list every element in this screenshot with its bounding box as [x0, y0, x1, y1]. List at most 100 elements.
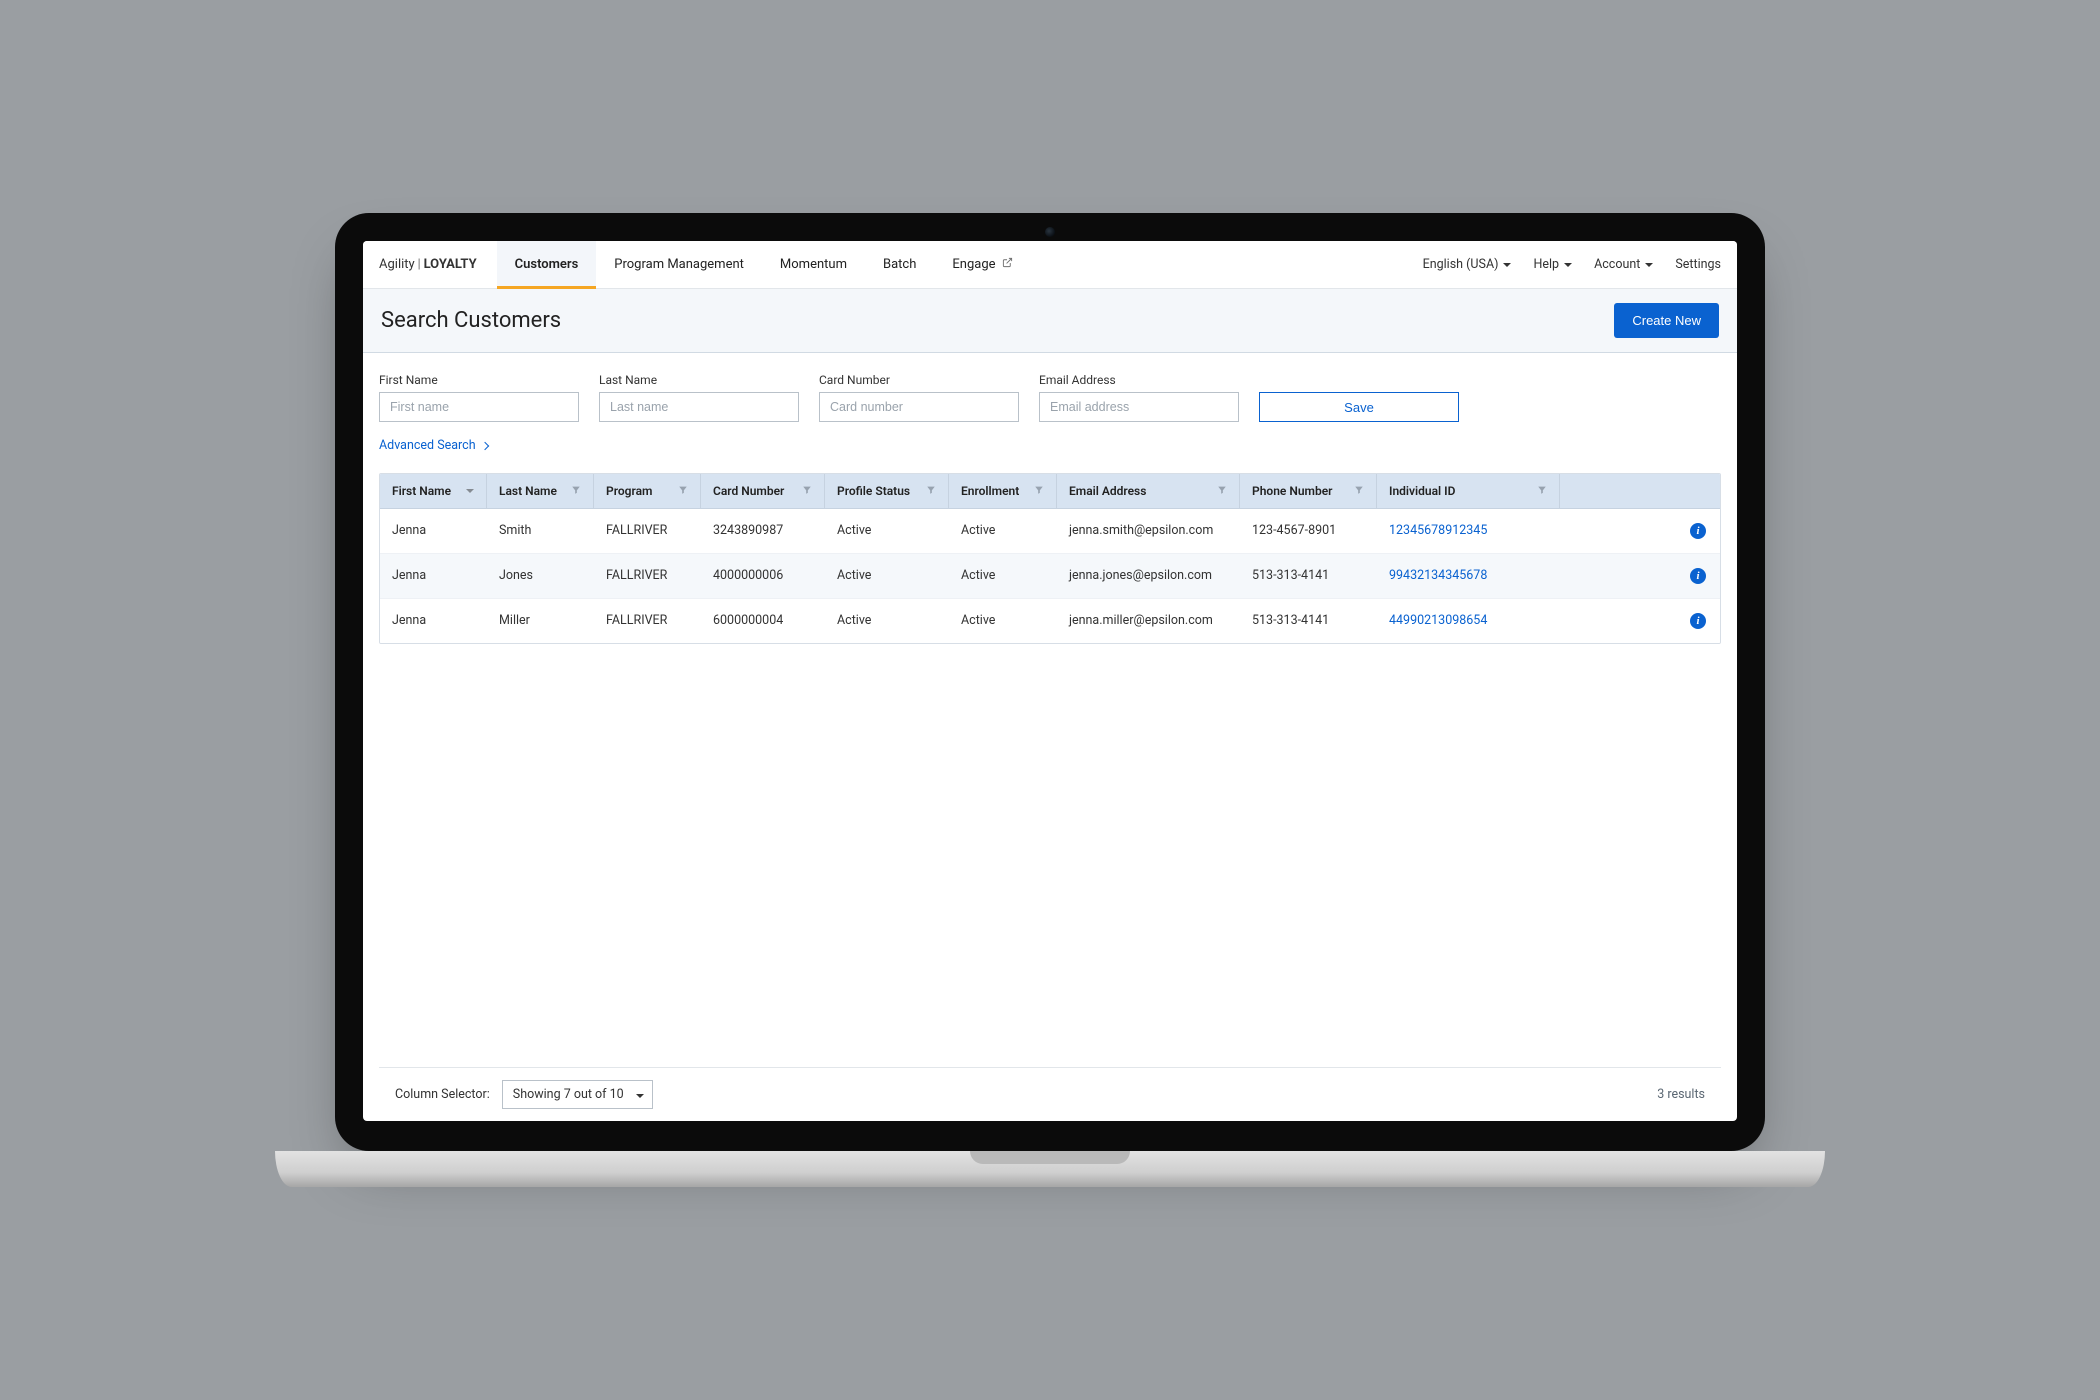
- email-input[interactable]: [1039, 392, 1239, 422]
- info-icon[interactable]: i: [1690, 568, 1706, 584]
- col-header-enrollment[interactable]: Enrollment: [949, 474, 1057, 508]
- caret-down-icon: [1503, 263, 1511, 271]
- col-label: Email Address: [1069, 484, 1146, 498]
- cell-individual-id[interactable]: 44990213098654: [1377, 599, 1560, 643]
- external-link-icon: [1002, 257, 1013, 272]
- account-label: Account: [1594, 257, 1640, 272]
- help-label: Help: [1533, 257, 1559, 272]
- last-name-field-group: Last Name: [599, 373, 799, 422]
- table-row[interactable]: JennaJonesFALLRIVER4000000006ActiveActiv…: [380, 554, 1720, 599]
- col-header-phone[interactable]: Phone Number: [1240, 474, 1377, 508]
- app-screen: Agility|LOYALTY Customers Program Manage…: [363, 241, 1737, 1121]
- help-menu[interactable]: Help: [1533, 257, 1572, 272]
- col-header-first-name[interactable]: First Name: [380, 474, 487, 508]
- cell-phone: 513-313-4141: [1240, 554, 1377, 598]
- table-body: JennaSmithFALLRIVER3243890987ActiveActiv…: [380, 509, 1720, 643]
- col-header-program[interactable]: Program: [594, 474, 701, 508]
- brand-left: Agility: [379, 257, 415, 272]
- col-label: Profile Status: [837, 484, 910, 498]
- cell-info: i: [1560, 554, 1720, 598]
- col-header-individual-id[interactable]: Individual ID: [1377, 474, 1560, 508]
- cell-program: FALLRIVER: [594, 599, 701, 643]
- brand-right: LOYALTY: [424, 257, 477, 272]
- page-title: Search Customers: [381, 308, 561, 333]
- tab-label: Batch: [883, 257, 916, 272]
- cell-program: FALLRIVER: [594, 554, 701, 598]
- col-label: Enrollment: [961, 484, 1019, 498]
- cell-first-name: Jenna: [380, 554, 487, 598]
- cell-email: jenna.jones@epsilon.com: [1057, 554, 1240, 598]
- column-selector-value: Showing 7 out of 10: [513, 1087, 624, 1102]
- language-selector[interactable]: English (USA): [1423, 257, 1512, 272]
- col-header-profile-status[interactable]: Profile Status: [825, 474, 949, 508]
- col-label: Last Name: [499, 484, 557, 498]
- cell-individual-id[interactable]: 12345678912345: [1377, 509, 1560, 553]
- save-button[interactable]: Save: [1259, 392, 1459, 422]
- caret-down-icon: [1564, 263, 1572, 271]
- titlebar: Search Customers Create New: [363, 289, 1737, 353]
- cell-last-name: Smith: [487, 509, 594, 553]
- advanced-search-link[interactable]: Advanced Search: [379, 438, 1721, 453]
- create-new-button[interactable]: Create New: [1614, 303, 1719, 338]
- col-header-card-number[interactable]: Card Number: [701, 474, 825, 508]
- cell-enrollment: Active: [949, 509, 1057, 553]
- first-name-input[interactable]: [379, 392, 579, 422]
- cell-individual-id[interactable]: 99432134345678: [1377, 554, 1560, 598]
- nav-tabs: Customers Program Management Momentum Ba…: [497, 241, 1031, 288]
- caret-down-icon: [636, 1094, 644, 1102]
- info-icon[interactable]: i: [1690, 613, 1706, 629]
- sort-icon: [466, 489, 474, 497]
- col-header-info: [1560, 474, 1720, 508]
- filter-icon: [1217, 484, 1227, 498]
- cell-profile-status: Active: [825, 554, 949, 598]
- table-header: First Name Last Name Program Card Number…: [380, 474, 1720, 509]
- table-row[interactable]: JennaSmithFALLRIVER3243890987ActiveActiv…: [380, 509, 1720, 554]
- card-number-input[interactable]: [819, 392, 1019, 422]
- column-selector[interactable]: Showing 7 out of 10: [502, 1080, 653, 1109]
- column-selector-label: Column Selector:: [395, 1087, 490, 1102]
- col-label: Program: [606, 484, 652, 498]
- search-form: First Name Last Name Card Number Email A…: [379, 373, 1721, 422]
- settings-link[interactable]: Settings: [1675, 257, 1721, 272]
- email-field-group: Email Address: [1039, 373, 1239, 422]
- cell-info: i: [1560, 509, 1720, 553]
- info-icon[interactable]: i: [1690, 523, 1706, 539]
- account-menu[interactable]: Account: [1594, 257, 1653, 272]
- topbar: Agility|LOYALTY Customers Program Manage…: [363, 241, 1737, 289]
- filter-icon: [678, 484, 688, 498]
- cell-phone: 123-4567-8901: [1240, 509, 1377, 553]
- col-header-email[interactable]: Email Address: [1057, 474, 1240, 508]
- email-label: Email Address: [1039, 373, 1239, 387]
- advanced-search-label: Advanced Search: [379, 438, 476, 453]
- filter-icon: [1034, 484, 1044, 498]
- cell-profile-status: Active: [825, 599, 949, 643]
- last-name-input[interactable]: [599, 392, 799, 422]
- tab-batch[interactable]: Batch: [865, 241, 934, 288]
- tab-momentum[interactable]: Momentum: [762, 241, 865, 288]
- camera-dot: [1045, 227, 1055, 237]
- brand: Agility|LOYALTY: [379, 257, 477, 272]
- table-row[interactable]: JennaMillerFALLRIVER6000000004ActiveActi…: [380, 599, 1720, 643]
- filter-icon: [802, 484, 812, 498]
- tab-label: Engage: [952, 257, 995, 272]
- cell-card-number: 6000000004: [701, 599, 825, 643]
- cell-first-name: Jenna: [380, 599, 487, 643]
- chevron-right-icon: [480, 441, 488, 449]
- cell-last-name: Jones: [487, 554, 594, 598]
- tab-label: Customers: [515, 257, 579, 272]
- cell-enrollment: Active: [949, 599, 1057, 643]
- col-label: Phone Number: [1252, 484, 1332, 498]
- card-number-field-group: Card Number: [819, 373, 1019, 422]
- tab-customers[interactable]: Customers: [497, 241, 597, 288]
- col-label: First Name: [392, 484, 451, 498]
- tab-program-management[interactable]: Program Management: [596, 241, 762, 288]
- cell-enrollment: Active: [949, 554, 1057, 598]
- tab-engage[interactable]: Engage: [934, 241, 1030, 288]
- card-number-label: Card Number: [819, 373, 1019, 387]
- col-header-last-name[interactable]: Last Name: [487, 474, 594, 508]
- content-area: First Name Last Name Card Number Email A…: [363, 353, 1737, 1121]
- result-count: 3 results: [1657, 1087, 1705, 1102]
- cell-card-number: 4000000006: [701, 554, 825, 598]
- filter-icon: [926, 484, 936, 498]
- laptop-base: [275, 1151, 1825, 1187]
